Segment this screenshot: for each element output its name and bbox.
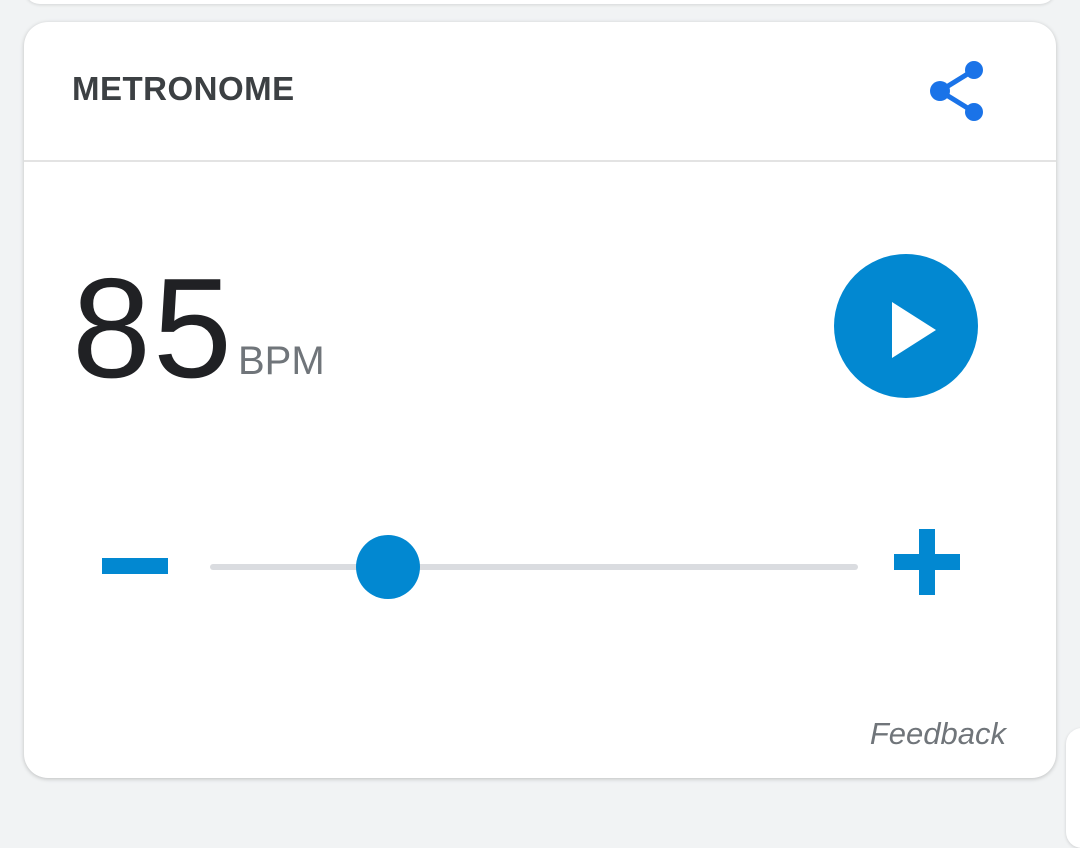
feedback-link[interactable]: Feedback: [870, 716, 1006, 752]
increase-tempo-button[interactable]: [886, 522, 966, 602]
card-header: METRONOME: [24, 22, 1056, 162]
tempo-slider[interactable]: [210, 535, 858, 599]
share-icon: [930, 61, 983, 121]
play-button[interactable]: [834, 254, 978, 398]
plus-icon-vertical: [919, 529, 935, 595]
previous-card-edge: [24, 0, 1056, 4]
play-icon: [892, 302, 936, 358]
next-card-edge: [1066, 728, 1080, 848]
bpm-value: 85: [72, 249, 234, 408]
decrease-tempo-button[interactable]: [94, 538, 174, 594]
slider-track[interactable]: [210, 564, 858, 570]
bpm-unit-label: BPM: [238, 339, 325, 383]
card-title: METRONOME: [72, 70, 295, 107]
minus-icon: [102, 558, 168, 574]
slider-thumb[interactable]: [356, 535, 421, 599]
share-button[interactable]: [922, 56, 992, 126]
metronome-card: METRONOME 85 BPM Feedback: [24, 22, 1056, 778]
